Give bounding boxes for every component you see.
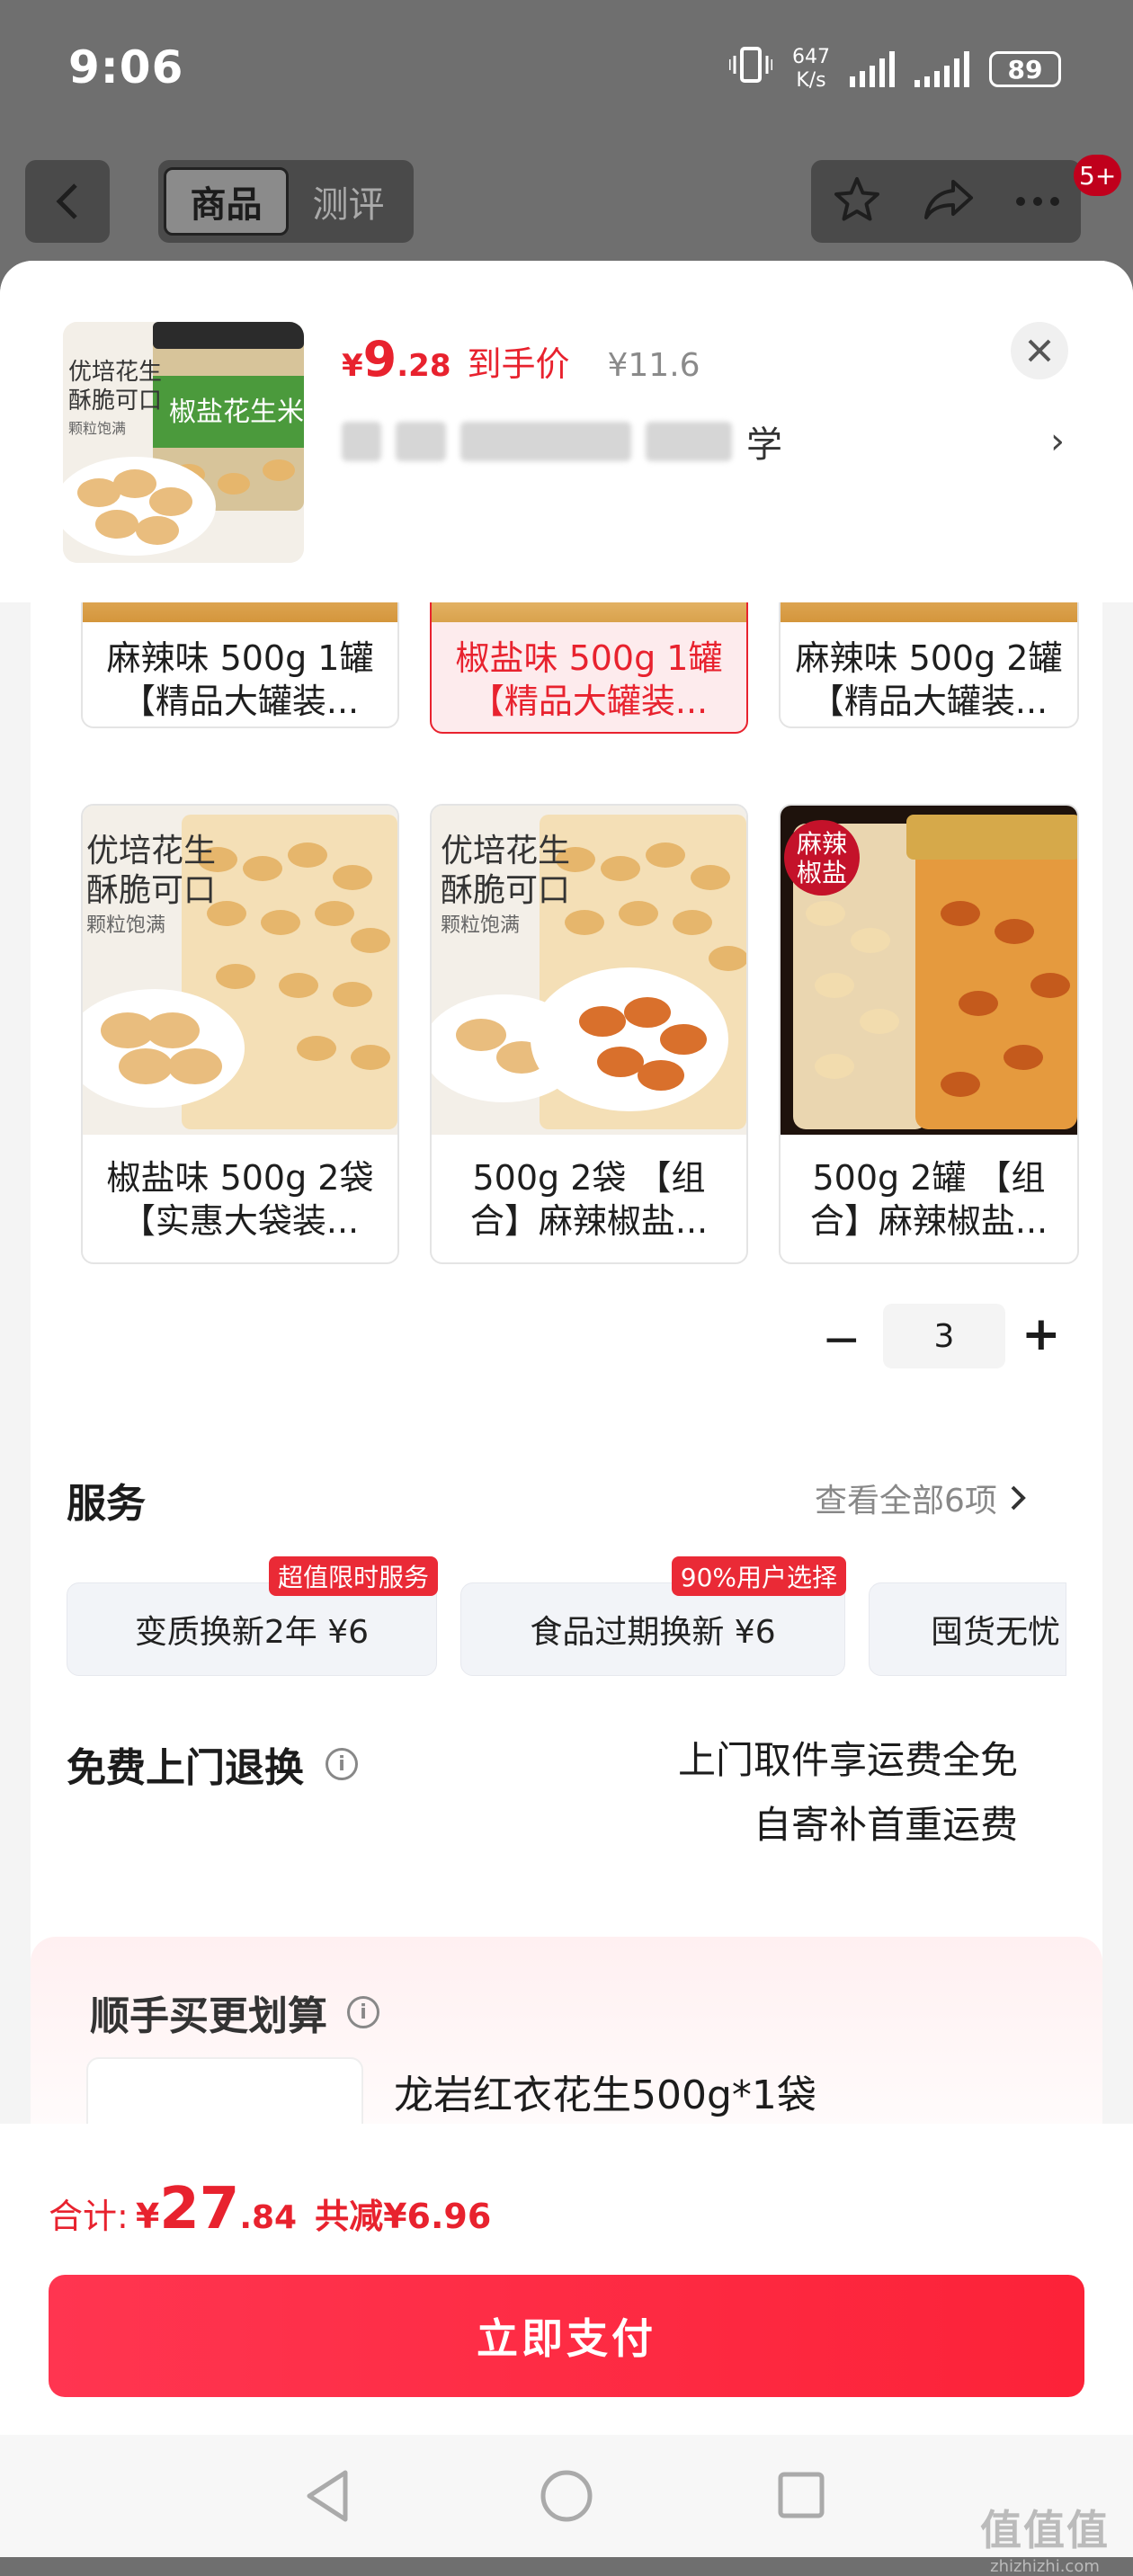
pay-now-button[interactable]: 立即支付 <box>49 2275 1084 2397</box>
sku-option[interactable]: 优培花生 酥脆可口 颗粒饱满 500g 2袋 【组 合】麻辣椒盐... <box>430 804 748 1264</box>
free-return-title: 免费上门退换 i <box>67 1735 358 1793</box>
total-price: 合计: ¥ 27 .84 共减¥6.96 <box>49 2176 492 2242</box>
watermark: 值值值 zhizhizhi.com <box>980 2506 1110 2576</box>
product-thumbnail: 椒盐花生米 优培花生 酥脆可口 颗粒饱满 <box>63 322 304 563</box>
sku-image: 优培花生 酥脆可口 颗粒饱满 <box>432 806 746 1135</box>
network-speed: 647 K/s <box>792 46 830 92</box>
signal-icon-2 <box>914 51 969 87</box>
system-nav-bar: 值值值 zhizhizhi.com <box>0 2435 1133 2576</box>
quantity-value[interactable]: 3 <box>883 1304 1005 1368</box>
info-icon[interactable]: i <box>347 1996 379 2028</box>
price-line: ¥ 9 .28 到手价 ¥11.6 <box>342 331 700 388</box>
share-icon[interactable] <box>923 178 975 225</box>
nav-home-circle-icon[interactable] <box>540 2469 593 2527</box>
sku-option[interactable]: 麻辣 椒盐 500g 2罐 【组 合】麻辣椒盐... <box>779 804 1079 1264</box>
svg-text:优培花生: 优培花生 <box>68 359 162 386</box>
delivery-address[interactable]: 学 › <box>342 415 1070 468</box>
svg-text:椒盐: 椒盐 <box>797 858 847 887</box>
tab-product[interactable]: 商品 <box>164 167 289 236</box>
signal-icon <box>850 51 895 87</box>
more-icon[interactable] <box>1015 193 1060 210</box>
svg-text:颗粒饱满: 颗粒饱满 <box>441 914 520 937</box>
svg-text:颗粒饱满: 颗粒饱满 <box>68 420 126 437</box>
quantity-minus-button[interactable]: − <box>822 1313 861 1367</box>
combo-title: 顺手买更划算 i <box>90 1983 379 2041</box>
sku-image-brand: 优培花生 <box>86 833 216 869</box>
sku-label: 麻辣味 500g 1罐 【精品大罐装... <box>106 638 374 721</box>
chevron-left-icon <box>56 183 77 219</box>
close-button[interactable] <box>1011 322 1068 379</box>
sku-label: 500g 2袋 【组 合】麻辣椒盐... <box>469 1158 709 1241</box>
favorite-star-icon[interactable] <box>832 175 882 227</box>
status-time: 9:06 <box>68 41 184 94</box>
vibrate-icon <box>727 45 774 94</box>
nav-recent-square-icon[interactable] <box>777 2471 825 2523</box>
service-badge: 90%用户选择 <box>671 1556 846 1596</box>
chevron-right-icon <box>1011 1485 1026 1511</box>
sku-label: 椒盐味 500g 2袋 【实惠大袋装... <box>106 1158 374 1241</box>
service-option[interactable]: 变质换新2年 ¥6 超值限时服务 <box>67 1556 438 1676</box>
free-return-desc: 上门取件享运费全免 自寄补首重运费 <box>677 1738 1018 1847</box>
chevron-right-icon: › <box>1050 421 1065 462</box>
svg-text:椒盐花生米: 椒盐花生米 <box>169 397 304 428</box>
notification-badge: 5+ <box>1074 155 1122 196</box>
checkout-bar: 合计: ¥ 27 .84 共减¥6.96 立即支付 值值值 zhizhizhi.… <box>0 2124 1133 2576</box>
sku-image: 优培花生 酥脆可口 颗粒饱满 <box>83 806 397 1135</box>
tab-review[interactable]: 测评 <box>289 167 408 236</box>
sku-image: 麻辣 椒盐 <box>781 806 1077 1135</box>
svg-text:酥脆可口: 酥脆可口 <box>441 872 570 909</box>
nav-back-triangle-icon[interactable] <box>304 2469 351 2527</box>
sku-label: 麻辣味 500g 2罐 【精品大罐装... <box>795 638 1063 721</box>
service-option[interactable]: 食品过期换新 ¥6 90%用户选择 <box>460 1556 846 1676</box>
total-saving: 共减¥6.96 <box>315 2197 492 2236</box>
svg-text:颗粒饱满: 颗粒饱满 <box>86 914 165 937</box>
service-title: 服务 <box>67 1481 146 1527</box>
back-button[interactable] <box>25 160 110 243</box>
info-icon[interactable]: i <box>326 1748 358 1780</box>
quantity-plus-button[interactable]: + <box>1021 1307 1061 1361</box>
svg-text:麻辣: 麻辣 <box>797 829 847 859</box>
service-option[interactable]: 囤货无忧 <box>869 1582 1066 1676</box>
battery-icon: 89 <box>989 51 1061 87</box>
options-card: 麻辣味 500g 1罐 【精品大罐装... 椒盐味 500g 1罐 【精品大罐装… <box>31 575 1102 2167</box>
status-bar: 9:06 647 K/s 89 <box>0 0 1133 144</box>
sku-label: 椒盐味 500g 1罐 【精品大罐装... <box>455 638 723 721</box>
original-price: ¥11.6 <box>607 347 700 384</box>
service-badge: 超值限时服务 <box>268 1556 438 1596</box>
nav-tab-group: 商品 测评 <box>158 160 414 243</box>
combo-item-name[interactable]: 龙岩红衣花生500g*1袋 <box>394 2063 816 2120</box>
sheet-header: 椒盐花生米 优培花生 酥脆可口 颗粒饱满 ¥ 9 .28 到手价 ¥11.6 学 <box>0 261 1133 602</box>
svg-text:酥脆可口: 酥脆可口 <box>68 388 162 414</box>
status-icons: 647 K/s 89 <box>727 45 1061 94</box>
svg-text:酥脆可口: 酥脆可口 <box>86 872 216 909</box>
sku-option[interactable]: 优培花生 酥脆可口 颗粒饱满 椒盐味 500g 2袋 【实惠大袋装... <box>81 804 399 1264</box>
sku-label: 500g 2罐 【组 合】麻辣椒盐... <box>809 1158 1048 1241</box>
svg-text:优培花生: 优培花生 <box>441 833 570 869</box>
close-icon <box>1028 339 1051 362</box>
view-all-services-link[interactable]: 查看全部6项 <box>815 1475 1026 1521</box>
nav-actions <box>811 160 1081 243</box>
